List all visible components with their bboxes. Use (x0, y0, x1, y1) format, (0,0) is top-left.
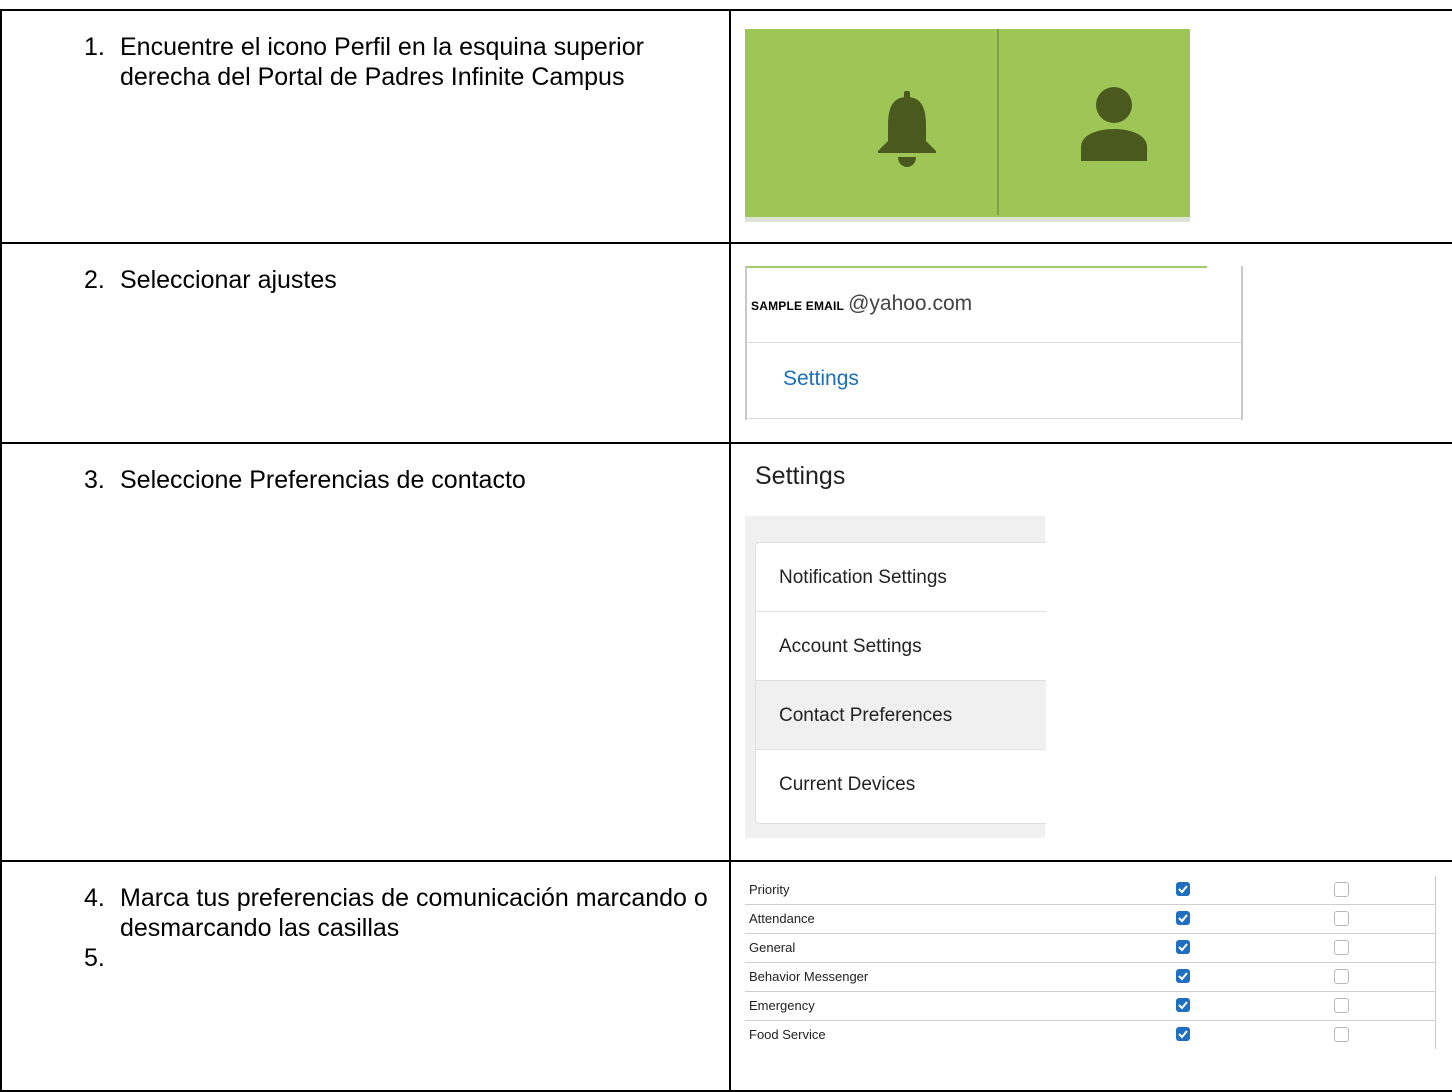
settings-item-current-devices[interactable]: Current Devices (756, 750, 1046, 819)
step-number: 4. (84, 884, 105, 912)
step-5: 5. (2, 943, 729, 973)
step-image-1 (729, 9, 1452, 244)
divider (747, 342, 1241, 343)
step-text: Encuentre el icono Perfil en la esquina … (120, 33, 644, 91)
step-cell-3: 3. Seleccione Preferencias de contacto (0, 442, 731, 862)
row-label: Food Service (749, 1027, 826, 1042)
bell-icon[interactable] (876, 91, 938, 167)
person-icon[interactable] (1079, 87, 1149, 161)
portal-header-bar (745, 29, 1190, 222)
table-row: Behavior Messenger (745, 963, 1435, 992)
step-number: 5. (84, 944, 105, 972)
email-domain: @yahoo.com (848, 292, 973, 315)
row-label: Attendance (749, 911, 815, 926)
account-dropdown: SAMPLE EMAIL @yahoo.com Settings (745, 266, 1243, 420)
step-cell-2: 2. Seleccionar ajustes (0, 242, 731, 444)
checkbox-unchecked[interactable] (1334, 998, 1349, 1013)
step-image-3: Settings Notification Settings Account S… (729, 442, 1452, 862)
checkbox-checked[interactable] (1176, 911, 1190, 925)
step-image-4: Priority Attendance General Behavior Mes… (729, 860, 1452, 1092)
checkbox-unchecked[interactable] (1334, 911, 1349, 926)
contact-preferences-table: Priority Attendance General Behavior Mes… (745, 876, 1436, 1049)
checkbox-checked[interactable] (1176, 969, 1190, 983)
row-label: Priority (749, 882, 790, 897)
settings-item-notification[interactable]: Notification Settings (756, 543, 1046, 612)
checkbox-checked[interactable] (1176, 940, 1190, 954)
checkbox-checked[interactable] (1176, 1027, 1190, 1041)
row-label: Emergency (749, 998, 815, 1013)
checkbox-unchecked[interactable] (1334, 969, 1349, 984)
settings-item-contact-preferences[interactable]: Contact Preferences (756, 681, 1046, 750)
account-email: SAMPLE EMAIL @yahoo.com (751, 292, 972, 316)
divider (747, 266, 1207, 268)
step-text: Seleccionar ajustes (120, 266, 337, 294)
settings-item-account[interactable]: Account Settings (756, 612, 1046, 681)
settings-panel: Notification Settings Account Settings C… (745, 516, 1046, 838)
step-cell-4: 4. Marca tus preferencias de comunicació… (0, 860, 731, 1092)
step-4: 4. Marca tus preferencias de comunicació… (2, 862, 729, 943)
email-label: SAMPLE EMAIL (751, 299, 845, 313)
step-number: 2. (84, 266, 105, 294)
step-text: Marca tus preferencias de comunicación m… (120, 884, 708, 942)
checkbox-checked[interactable] (1176, 998, 1190, 1012)
table-row: Emergency (745, 992, 1435, 1021)
checkbox-checked[interactable] (1176, 882, 1190, 896)
settings-link[interactable]: Settings (783, 367, 859, 391)
checkbox-unchecked[interactable] (1334, 882, 1349, 897)
checkbox-unchecked[interactable] (1334, 1027, 1349, 1042)
settings-title: Settings (755, 462, 846, 490)
divider (747, 418, 1241, 419)
table-row: Attendance (745, 905, 1435, 934)
row-label: Behavior Messenger (749, 969, 869, 984)
row-label: General (749, 940, 796, 955)
step-cell-1: 1. Encuentre el icono Perfil en la esqui… (0, 9, 731, 244)
instructions-table: 1. Encuentre el icono Perfil en la esqui… (0, 9, 1452, 1092)
step-number: 1. (84, 33, 105, 61)
step-1: 1. Encuentre el icono Perfil en la esqui… (2, 11, 729, 92)
divider (997, 29, 999, 215)
settings-menu: Notification Settings Account Settings C… (755, 542, 1046, 824)
step-2: 2. Seleccionar ajustes (2, 244, 729, 295)
checkbox-unchecked[interactable] (1334, 940, 1349, 955)
step-text: Seleccione Preferencias de contacto (120, 466, 526, 494)
table-row: Food Service (745, 1021, 1435, 1049)
step-image-2: SAMPLE EMAIL @yahoo.com Settings (729, 242, 1452, 444)
step-3: 3. Seleccione Preferencias de contacto (2, 444, 729, 495)
table-row: Priority (745, 876, 1435, 905)
table-row: General (745, 934, 1435, 963)
step-number: 3. (84, 466, 105, 494)
